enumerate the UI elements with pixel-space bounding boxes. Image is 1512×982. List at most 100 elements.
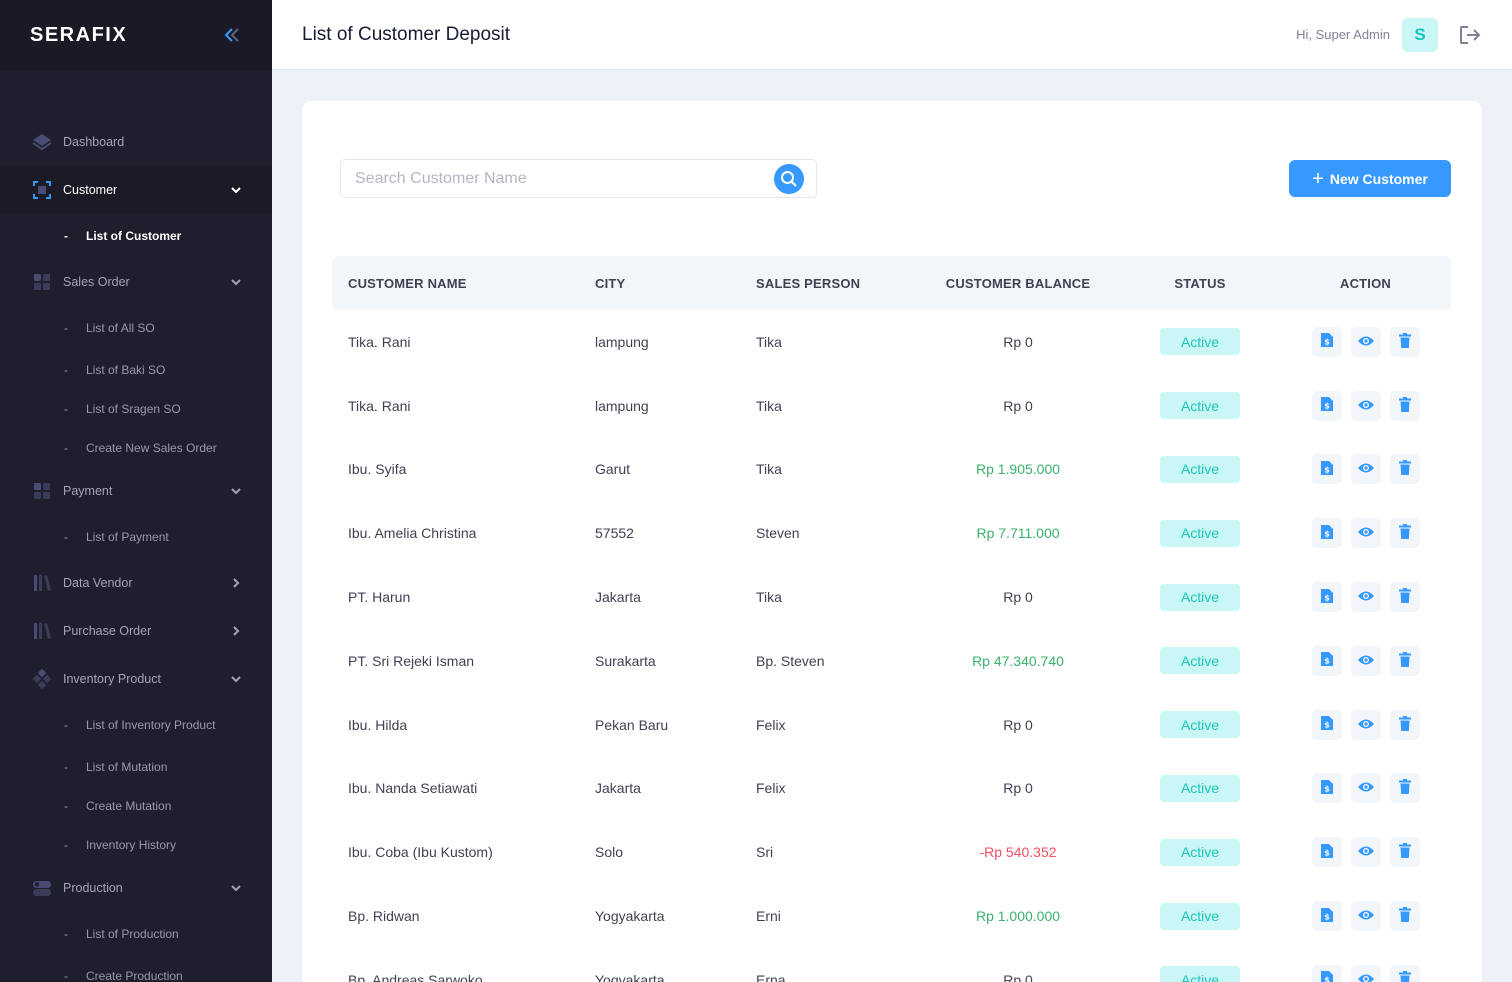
table-row: Bp. Andreas Sarwoko Yogyakarta Erna Rp 0 Act… bbox=[332, 948, 1451, 982]
view-button[interactable] bbox=[1350, 582, 1381, 613]
bullet-dash: - bbox=[64, 759, 68, 774]
invoice-button[interactable]: $ bbox=[1311, 773, 1342, 804]
cell-sales-person: Tika bbox=[756, 461, 782, 478]
cell-status: Active bbox=[1120, 647, 1280, 675]
view-button[interactable] bbox=[1350, 326, 1381, 357]
trash-icon bbox=[1398, 588, 1411, 606]
library-icon bbox=[32, 621, 52, 641]
sidebar-item-label: Inventory Product bbox=[63, 672, 161, 686]
logout-icon[interactable] bbox=[1458, 23, 1482, 47]
cell-sales-person: Tika bbox=[756, 589, 782, 606]
column-header-customer-balance[interactable]: CUSTOMER BALANCE bbox=[916, 276, 1120, 291]
sidebar-item-label: Sales Order bbox=[63, 275, 130, 289]
new-customer-button[interactable]: + New Customer bbox=[1289, 160, 1451, 197]
search-button[interactable] bbox=[774, 163, 804, 194]
sidebar-item-payment[interactable]: Payment bbox=[0, 467, 272, 515]
sidebar-subitem-create-mutation[interactable]: - Create Mutation bbox=[0, 786, 272, 825]
view-button[interactable] bbox=[1350, 518, 1381, 549]
column-header-customer-name[interactable]: CUSTOMER NAME bbox=[332, 276, 595, 291]
trash-icon bbox=[1398, 396, 1411, 415]
eye-icon bbox=[1357, 717, 1375, 733]
cell-customer-balance: -Rp 540.352 bbox=[979, 844, 1057, 861]
cell-sales-person: Erna bbox=[756, 971, 786, 982]
cell-actions: $ bbox=[1280, 709, 1451, 740]
sidebar-item-purchase-order[interactable]: Purchase Order bbox=[0, 607, 272, 655]
cell-customer-balance: Rp 0 bbox=[1003, 397, 1033, 414]
sidebar-item-customer[interactable]: Customer bbox=[0, 166, 272, 214]
invoice-button[interactable]: $ bbox=[1311, 454, 1342, 485]
table-row: Ibu. Hilda Pekan Baru Felix Rp 0 Active $ bbox=[332, 693, 1451, 757]
sidebar-item-data-vendor[interactable]: Data Vendor bbox=[0, 559, 272, 607]
sidebar-item-sales-order[interactable]: Sales Order bbox=[0, 258, 272, 306]
sidebar-subitem-list-of-baki-so[interactable]: - List of Baki SO bbox=[0, 350, 272, 389]
sidebar-subitem-list-of-mutation[interactable]: - List of Mutation bbox=[0, 747, 272, 786]
delete-button[interactable] bbox=[1389, 582, 1420, 613]
delete-button[interactable] bbox=[1389, 326, 1420, 357]
sidebar-subitem-inventory-history[interactable]: - Inventory History bbox=[0, 825, 272, 864]
cell-customer-balance: Rp 47.340.740 bbox=[972, 652, 1064, 669]
invoice-icon: $ bbox=[1320, 779, 1334, 798]
sidebar-item-inventory-product[interactable]: Inventory Product bbox=[0, 655, 272, 703]
search-input[interactable] bbox=[341, 160, 774, 197]
sidebar-subitem-list-of-all-so[interactable]: - List of All SO bbox=[0, 306, 272, 350]
svg-text:$: $ bbox=[1324, 402, 1330, 411]
view-button[interactable] bbox=[1350, 709, 1381, 740]
column-header-city[interactable]: CITY bbox=[595, 276, 756, 291]
sidebar-subitem-list-of-inventory-product[interactable]: - List of Inventory Product bbox=[0, 703, 272, 747]
invoice-button[interactable]: $ bbox=[1311, 582, 1342, 613]
svg-text:$: $ bbox=[1324, 338, 1330, 347]
cell-customer-balance: Rp 1.905.000 bbox=[975, 461, 1061, 478]
sidebar-subitem-list-of-sragen-so[interactable]: - List of Sragen SO bbox=[0, 389, 272, 428]
sidebar-menu: Dashboard Customer - List of Customer Sa… bbox=[0, 70, 272, 982]
sidebar-item-dashboard[interactable]: Dashboard bbox=[0, 118, 272, 166]
delete-button[interactable] bbox=[1389, 645, 1420, 676]
search-icon bbox=[781, 170, 797, 187]
sidebar-subitem-list-of-production[interactable]: - List of Production bbox=[0, 912, 272, 956]
cell-sales-person: Tika bbox=[756, 397, 782, 414]
status-badge: Active bbox=[1160, 838, 1240, 866]
view-button[interactable] bbox=[1350, 901, 1381, 932]
column-header-sales-person[interactable]: SALES PERSON bbox=[756, 276, 916, 291]
eye-icon bbox=[1357, 908, 1375, 924]
invoice-button[interactable]: $ bbox=[1311, 709, 1342, 740]
sidebar-item-label: Data Vendor bbox=[63, 576, 133, 590]
delete-button[interactable] bbox=[1389, 454, 1420, 485]
view-button[interactable] bbox=[1350, 645, 1381, 676]
invoice-button[interactable]: $ bbox=[1311, 390, 1342, 421]
invoice-button[interactable]: $ bbox=[1311, 901, 1342, 932]
cell-customer-name: Tika. Rani bbox=[348, 333, 411, 350]
table-header: CUSTOMER NAME CITY SALES PERSON CUSTOMER… bbox=[332, 256, 1451, 310]
double-chevron-left-icon[interactable] bbox=[222, 25, 242, 45]
view-button[interactable] bbox=[1350, 454, 1381, 485]
delete-button[interactable] bbox=[1389, 518, 1420, 549]
invoice-button[interactable]: $ bbox=[1311, 964, 1342, 982]
delete-button[interactable] bbox=[1389, 964, 1420, 982]
delete-button[interactable] bbox=[1389, 837, 1420, 868]
delete-button[interactable] bbox=[1389, 709, 1420, 740]
trash-icon bbox=[1398, 779, 1411, 797]
cell-actions: $ bbox=[1280, 773, 1451, 804]
sidebar-subitem-create-production[interactable]: - Create Production bbox=[0, 956, 272, 982]
view-button[interactable] bbox=[1350, 773, 1381, 804]
invoice-button[interactable]: $ bbox=[1311, 837, 1342, 868]
delete-button[interactable] bbox=[1389, 390, 1420, 421]
view-button[interactable] bbox=[1350, 964, 1381, 982]
grid-icon bbox=[32, 481, 52, 501]
cell-status: Active bbox=[1120, 583, 1280, 611]
sidebar-subitem-create-new-sales-order[interactable]: - Create New Sales Order bbox=[0, 428, 272, 467]
trash-icon bbox=[1398, 970, 1411, 982]
invoice-icon: $ bbox=[1320, 460, 1334, 479]
delete-button[interactable] bbox=[1389, 901, 1420, 932]
sidebar-subitem-list-of-customer[interactable]: - List of Customer bbox=[0, 214, 272, 258]
svg-text:$: $ bbox=[1324, 912, 1330, 921]
sidebar-subitem-list-of-payment[interactable]: - List of Payment bbox=[0, 515, 272, 559]
invoice-button[interactable]: $ bbox=[1311, 645, 1342, 676]
delete-button[interactable] bbox=[1389, 773, 1420, 804]
view-button[interactable] bbox=[1350, 390, 1381, 421]
sidebar-item-production[interactable]: Production bbox=[0, 864, 272, 912]
avatar[interactable]: S bbox=[1402, 17, 1438, 52]
cell-customer-balance: Rp 0 bbox=[1003, 333, 1033, 350]
invoice-button[interactable]: $ bbox=[1311, 518, 1342, 549]
view-button[interactable] bbox=[1350, 837, 1381, 868]
invoice-button[interactable]: $ bbox=[1311, 326, 1342, 357]
